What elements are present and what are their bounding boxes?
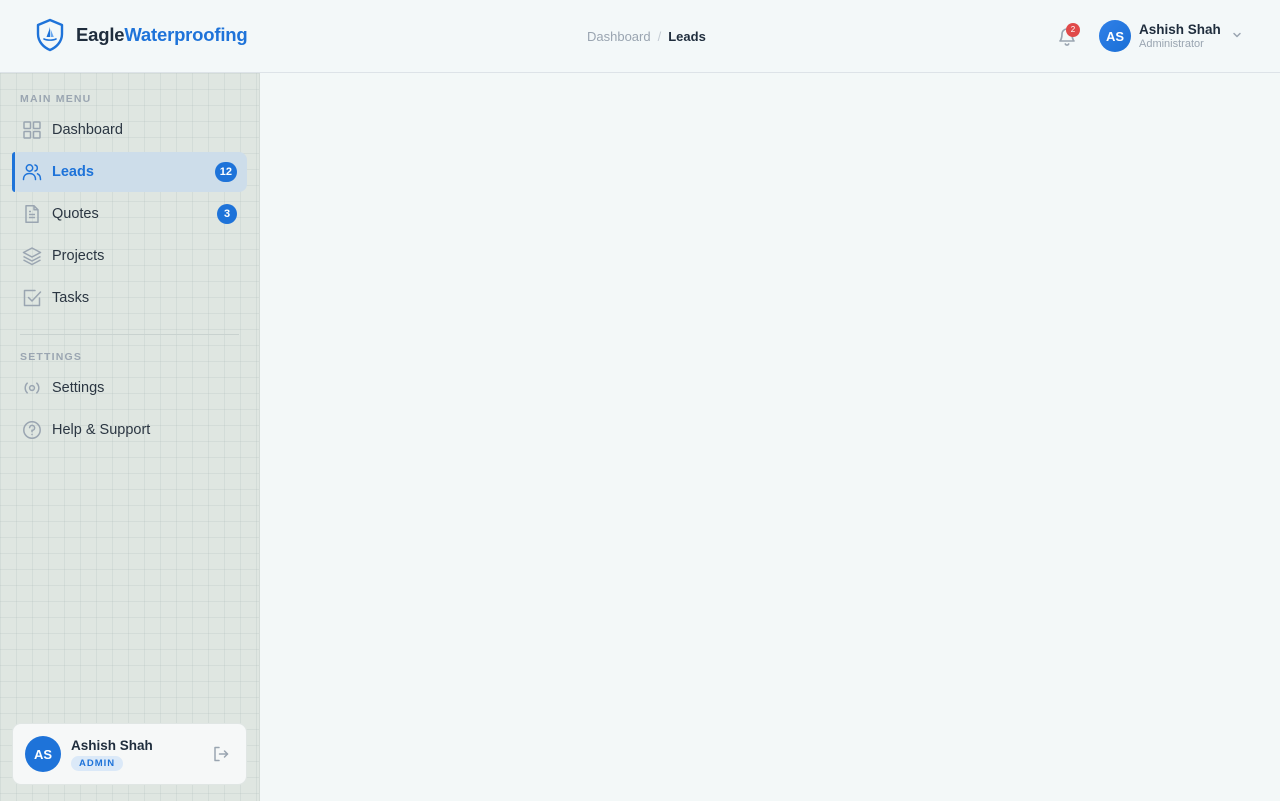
chevron-down-icon[interactable] [1231, 28, 1243, 46]
settings-section-label: SETTINGS [20, 351, 83, 363]
grid-icon [22, 120, 42, 140]
sidebar-item-label: Projects [52, 248, 105, 264]
brand-name-part1: Eagle [76, 24, 125, 45]
sidebar-item-help-support[interactable]: Help & Support [12, 410, 247, 450]
user-role: Administrator [1139, 38, 1204, 50]
main-menu-label: MAIN MENU [20, 93, 92, 105]
user-menu[interactable]: AS Ashish Shah Administrator [1099, 20, 1243, 52]
brand-name: EagleWaterproofing [76, 24, 248, 46]
breadcrumb-current: Leads [668, 29, 706, 44]
sidebar-user-card: AS Ashish Shah ADMIN [12, 723, 247, 785]
breadcrumb-separator: / [657, 29, 662, 44]
sidebar-item-settings[interactable]: Settings [12, 368, 247, 408]
avatar: AS [1099, 20, 1131, 52]
help-circle-icon [22, 420, 42, 440]
sidebar-item-tasks[interactable]: Tasks [12, 278, 247, 318]
sidebar: MAIN MENU Dashboard Leads 12 Quotes 3 Pr… [0, 73, 260, 801]
role-badge: ADMIN [71, 756, 124, 771]
layers-icon [22, 246, 42, 266]
main-content [260, 73, 1280, 801]
leads-count-badge: 12 [214, 162, 237, 182]
file-text-icon [22, 204, 42, 224]
notification-count-badge: 2 [1066, 23, 1080, 37]
check-square-icon [22, 288, 42, 308]
sidebar-item-label: Tasks [52, 290, 90, 306]
sidebar-item-leads[interactable]: Leads 12 [12, 152, 247, 192]
sidebar-item-label: Quotes [52, 206, 99, 222]
brand-logo[interactable]: EagleWaterproofing [34, 18, 248, 52]
sidebar-divider [20, 334, 239, 335]
user-info: Ashish Shah Administrator [1139, 22, 1221, 50]
brand-name-part2: Waterproofing [124, 24, 248, 45]
breadcrumb-dashboard-link[interactable]: Dashboard [587, 29, 651, 44]
logout-icon[interactable] [212, 745, 230, 763]
settings-icon [22, 378, 42, 398]
sidebar-item-label: Leads [52, 164, 94, 180]
sidebar-item-label: Dashboard [52, 122, 123, 138]
breadcrumb: Dashboard / Leads [587, 29, 706, 44]
shield-logo-icon [34, 18, 66, 52]
sidebar-item-label: Settings [52, 380, 105, 396]
user-name: Ashish Shah [1139, 22, 1221, 37]
sidebar-user-name: Ashish Shah [71, 738, 153, 753]
users-icon [22, 162, 42, 182]
quotes-count-badge: 3 [217, 204, 237, 224]
avatar: AS [25, 736, 61, 772]
sidebar-item-label: Help & Support [52, 422, 151, 438]
sidebar-item-quotes[interactable]: Quotes 3 [12, 194, 247, 234]
sidebar-item-dashboard[interactable]: Dashboard [12, 110, 247, 150]
top-header: EagleWaterproofing Dashboard / Leads 2 A… [0, 0, 1280, 73]
sidebar-item-projects[interactable]: Projects [12, 236, 247, 276]
